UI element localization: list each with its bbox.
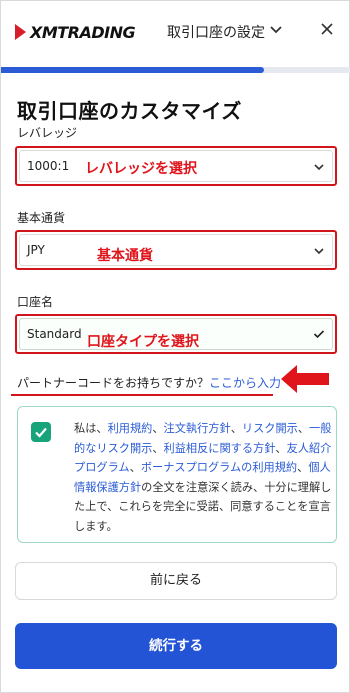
currency-select[interactable]: JPY 基本通貨 [15,230,337,270]
account-annotation: 口座タイプを選択 [87,334,199,350]
header-title: 取引口座の設定 [167,25,265,41]
chevron-down-icon [314,164,324,171]
check-icon [313,330,325,339]
separator: 、 [297,422,310,435]
annotation-underline [11,394,273,396]
continue-button[interactable]: 続行する [15,623,337,669]
consent-checkbox[interactable] [31,422,51,442]
app-window: XMTRADING 取引口座の設定 取引口座のカスタマイズ レバレッジ 1000… [0,0,350,693]
account-select[interactable]: Standard 口座タイプを選択 [15,314,337,354]
currency-label: 基本通貨 [17,211,66,225]
leverage-annotation: レバレッジを選択 [85,161,197,177]
separator: 、 [152,441,164,455]
separator: 、 [152,422,164,435]
currency-annotation: 基本通貨 [97,248,153,264]
consent-text-part: 私は、 [74,422,108,435]
close-icon[interactable] [319,21,335,37]
risk-disclosure-link[interactable]: リスク開示 [242,422,298,435]
currency-select-box [19,234,333,266]
checkmark-icon [35,427,47,438]
chevron-down-icon [314,248,324,255]
back-button[interactable]: 前に戻る [15,562,337,600]
progress-bar [1,67,350,73]
partner-question: パートナーコードをお持ちですか？ [17,376,210,390]
leverage-value: 1000:1 [27,159,70,173]
consent-text: 私は、利用規約、注文執行方針、リスク開示、一般的なリスク開示、利益相反に関する方… [74,419,332,537]
bonus-terms-link[interactable]: ボーナスプログラムの利用規約 [141,461,297,474]
account-value: Standard [27,327,82,341]
red-arrow-icon [281,365,329,393]
header: XMTRADING 取引口座の設定 [1,1,350,63]
separator: 、 [297,461,309,475]
leverage-label: レバレッジ [17,126,78,140]
separator: 、 [230,422,242,435]
separator: 、 [129,461,141,475]
currency-value: JPY [27,243,45,257]
page-title: 取引口座のカスタマイズ [17,99,242,123]
logo-text: XMTRADING [30,22,136,42]
chevron-down-icon[interactable] [269,25,283,35]
execution-policy-link[interactable]: 注文執行方針 [164,422,231,435]
conflict-of-interest-link[interactable]: 利益相反に関する方針 [164,442,276,455]
account-label: 口座名 [17,295,54,309]
partner-code-row: パートナーコードをお持ちですか？ここから入力 [17,374,281,391]
consent-box: 私は、利用規約、注文執行方針、リスク開示、一般的なリスク開示、利益相反に関する方… [17,406,337,543]
logo-mark-icon [15,24,29,40]
progress-fill [1,67,264,73]
xm-logo: XMTRADING [15,21,136,43]
leverage-select[interactable]: 1000:1 レバレッジを選択 [15,146,337,186]
terms-link[interactable]: 利用規約 [108,422,153,435]
separator: 、 [275,441,287,455]
partner-link[interactable]: ここから入力 [209,376,281,390]
